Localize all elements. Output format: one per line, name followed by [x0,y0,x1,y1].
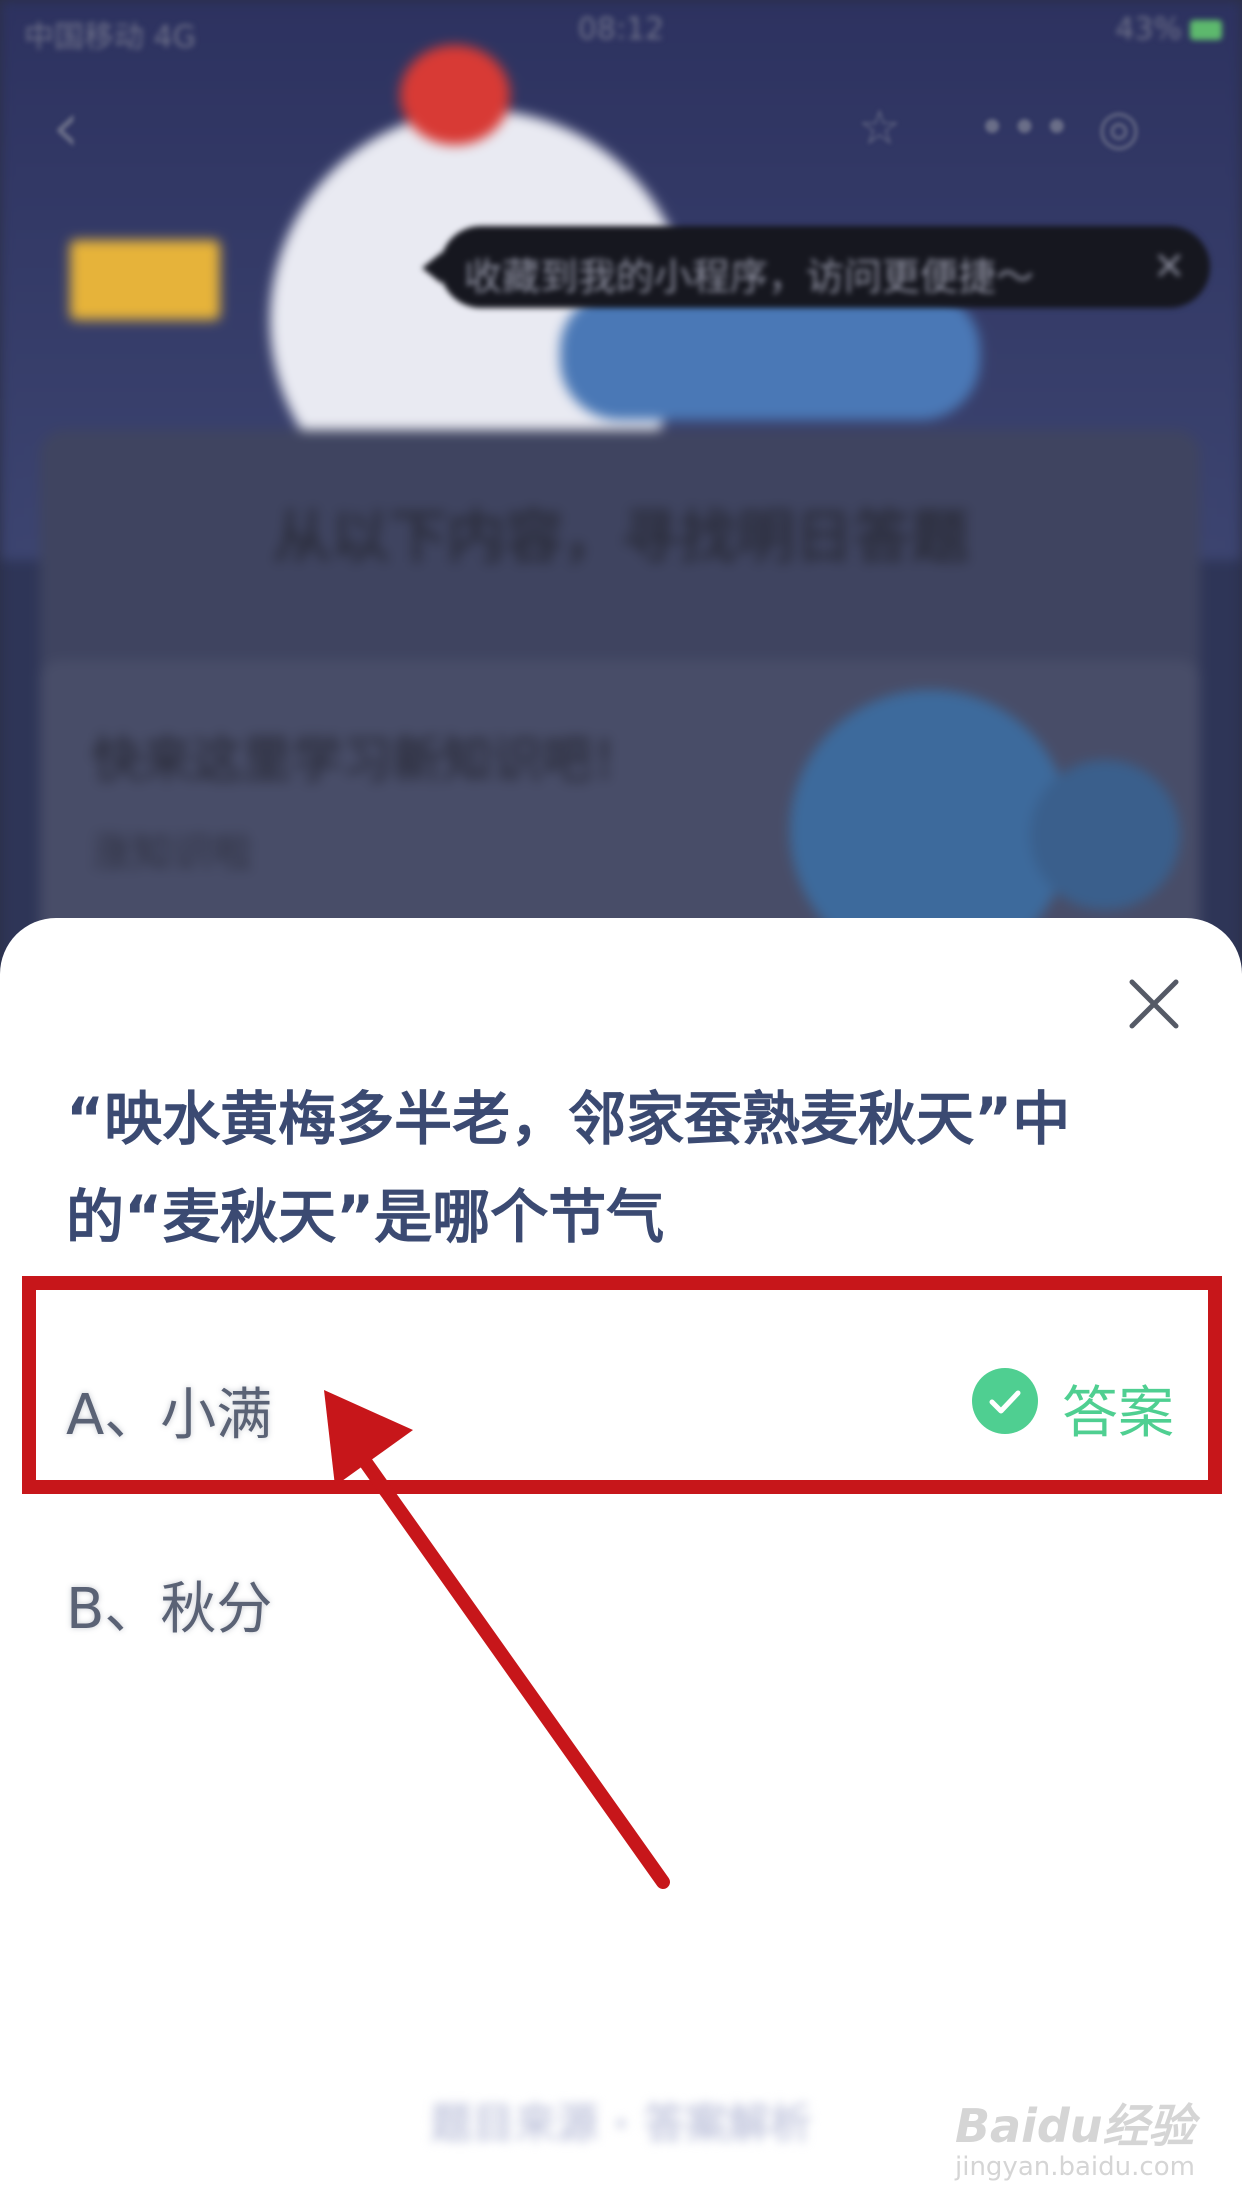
watermark-logo: Baidu经验 [955,2099,1195,2153]
baidu-watermark: Baidu经验 jingyan.baidu.com [955,2090,1235,2200]
watermark-url: jingyan.baidu.com [955,2152,1195,2182]
annotation-arrow [324,1390,670,1889]
